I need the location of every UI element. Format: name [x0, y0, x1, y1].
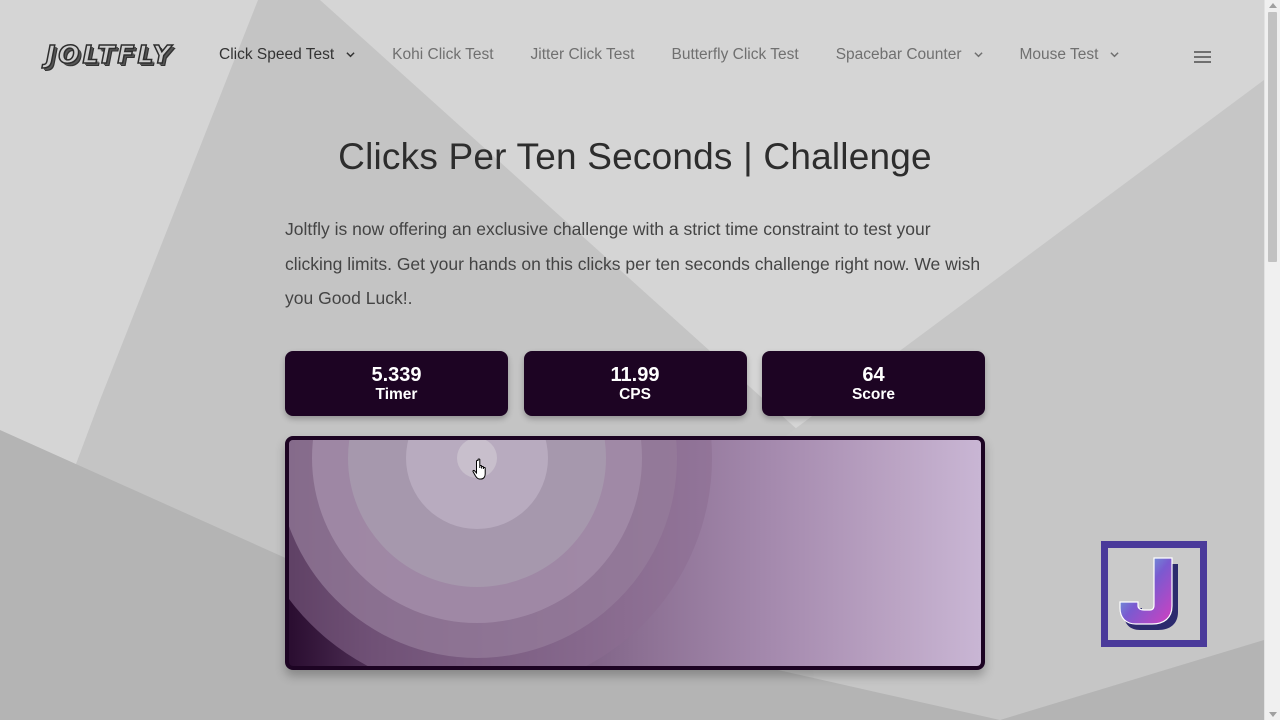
site-header: JOLTFLY Click Speed Test Kohi Click Test…: [0, 0, 1264, 115]
chevron-down-icon: [1110, 50, 1120, 59]
chevron-down-icon: [346, 50, 355, 59]
nav-label: Jitter Click Test: [530, 46, 635, 63]
timer-label: Timer: [375, 385, 418, 403]
main-nav: Click Speed Test Kohi Click Test Jitter …: [219, 46, 1156, 64]
nav-kohi-click-test[interactable]: Kohi Click Test: [392, 46, 493, 64]
timer-stat: 5.339 Timer: [285, 351, 508, 416]
chevron-down-icon: [973, 50, 983, 59]
scroll-up-arrow-icon[interactable]: [1269, 3, 1277, 8]
joltfly-j-logo-icon: [1119, 557, 1178, 630]
click-area[interactable]: [285, 436, 985, 670]
nav-label: Spacebar Counter: [835, 46, 962, 63]
scroll-down-arrow-icon[interactable]: [1269, 712, 1277, 717]
scrollbar-thumb[interactable]: [1268, 12, 1277, 262]
timer-value: 5.339: [371, 363, 422, 386]
score-label: Score: [851, 385, 896, 403]
nav-butterfly-click-test[interactable]: Butterfly Click Test: [671, 46, 798, 64]
nav-click-speed-test[interactable]: Click Speed Test: [219, 46, 355, 64]
cps-label: CPS: [619, 385, 651, 403]
nav-label: Kohi Click Test: [392, 46, 494, 63]
stats-row: 5.339 Timer 11.99 CPS 64 Score: [285, 351, 985, 416]
hamburger-icon[interactable]: [1194, 51, 1211, 64]
page-scrollbar[interactable]: [1264, 0, 1280, 720]
joltfly-badge[interactable]: [1101, 541, 1207, 647]
score-value: 64: [862, 363, 885, 386]
hand-pointer-icon: [472, 458, 490, 482]
score-stat: 64 Score: [762, 351, 985, 416]
cps-value: 11.99: [610, 363, 660, 386]
nav-label: Click Speed Test: [219, 46, 335, 63]
cps-stat: 11.99 CPS: [523, 351, 747, 416]
nav-jitter-click-test[interactable]: Jitter Click Test: [531, 46, 635, 64]
page-title: Clicks Per Ten Seconds | Challenge: [338, 136, 932, 177]
nav-label: Butterfly Click Test: [671, 46, 799, 63]
nav-spacebar-counter[interactable]: Spacebar Counter: [836, 46, 983, 64]
page-description: Joltfly is now offering an exclusive cha…: [285, 219, 981, 308]
joltfly-logo[interactable]: JOLTFLY: [45, 39, 174, 70]
nav-mouse-test[interactable]: Mouse Test: [1020, 46, 1120, 64]
nav-label: Mouse Test: [1019, 46, 1099, 63]
